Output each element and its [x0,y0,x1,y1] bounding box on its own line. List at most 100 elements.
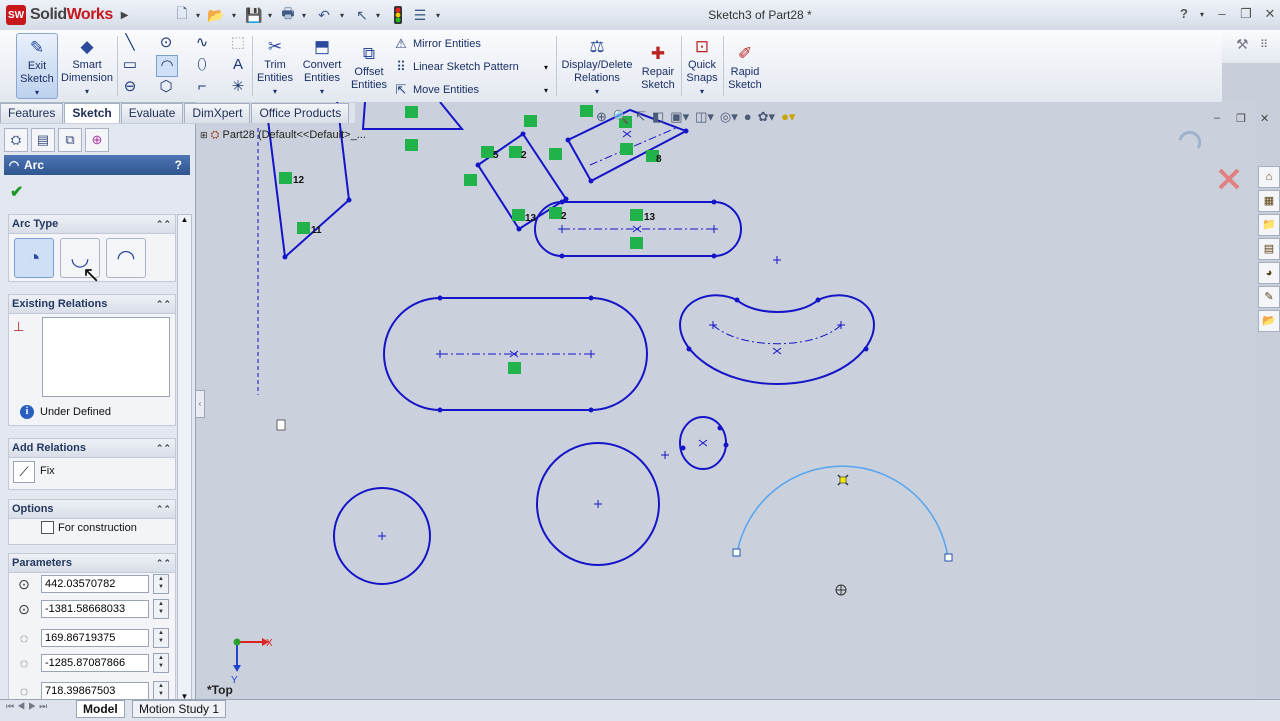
edit-appearance-icon[interactable]: ● [744,109,752,125]
tab-features[interactable]: Features [0,103,64,123]
tab-model[interactable]: Model [76,700,125,718]
circle-tool-icon[interactable]: ⊙ [156,33,176,53]
fix-relation-icon[interactable]: ⟋ [13,461,35,483]
customize-icon[interactable]: ⚒ [1236,36,1249,53]
help-dropdown-icon[interactable]: ▾ [1200,10,1206,19]
minimize-window-icon[interactable]: – [1214,6,1230,22]
fillet-tool-icon[interactable]: ⌐ [192,77,212,97]
centerpoint-arc-icon[interactable]: ◔ [14,238,54,278]
feature-tree-flyout[interactable]: ⊞ ⛭ Part28 (Default<<Default>_... [200,129,366,142]
collapse-icon[interactable]: ⌃⌃ [156,500,171,518]
solidworks-logo[interactable]: SW SolidWorks ▶ [6,4,128,26]
rapid-sketch-button[interactable]: ✐ Rapid Sketch [726,40,764,104]
existing-relations-heading[interactable]: Existing Relations ⌃⌃ [9,295,175,314]
expand-icon[interactable]: ⠿ [1260,38,1268,51]
start-x-spinner[interactable]: ▲ ▼ [153,628,169,648]
smart-dimension-button[interactable]: ◆ Smart Dimension ▾ [60,33,114,97]
options-icon[interactable]: ☰ [410,5,430,25]
help-button[interactable]: ? [1176,6,1192,22]
collapse-icon[interactable]: ⌃⌃ [156,554,171,572]
scroll-up-icon[interactable]: ▲ [178,215,191,224]
start-y-input[interactable] [41,654,149,672]
fix-relation-label[interactable]: Fix [40,465,55,477]
undo-dropdown-icon[interactable]: ▾ [340,11,346,20]
tab-evaluate[interactable]: Evaluate [120,103,184,123]
arc-tool-icon[interactable]: ◠ [156,55,178,77]
file-explorer-icon[interactable]: 📁 [1258,214,1280,236]
trim-entities-button[interactable]: ✂ Trim Entities ▾ [255,33,295,97]
existing-relations-list[interactable] [42,317,170,397]
center-y-spinner[interactable]: ▲ ▼ [153,599,169,619]
collapse-icon[interactable]: ⌃⌃ [156,295,171,313]
add-relations-heading[interactable]: Add Relations ⌃⌃ [9,439,175,458]
restore-window-icon[interactable]: ❐ [1238,6,1254,22]
zoom-area-icon[interactable]: 🔍 [613,109,629,125]
collapse-icon[interactable]: ⌃⌃ [156,215,171,233]
doc-restore-icon[interactable]: ❐ [1236,112,1246,125]
repair-sketch-button[interactable]: ✚ Repair Sketch [638,40,678,104]
menu-arrow-icon[interactable]: ▶ [121,10,129,21]
start-x-input[interactable] [41,629,149,647]
doc-close-icon[interactable]: ✕ [1260,112,1269,125]
text-tool-icon[interactable]: A [228,55,248,75]
solidworks-resources-icon[interactable]: ⌂ [1258,166,1280,188]
print-icon[interactable]: 🖶 [278,5,298,25]
center-y-input[interactable] [41,600,149,618]
start-y-spinner[interactable]: ▲ ▼ [153,653,169,673]
property-manager-icon[interactable]: ▤ [31,128,55,152]
point-tool-icon[interactable]: ✳ [228,77,248,97]
options-heading[interactable]: Options ⌃⌃ [9,500,175,519]
tab-motion-study-1[interactable]: Motion Study 1 [132,700,227,718]
arc-type-heading[interactable]: Arc Type ⌃⌃ [9,215,175,234]
panel-collapse-handle[interactable]: ‹ [195,390,205,418]
end-x-input[interactable] [41,682,149,700]
linear-sketch-pattern-button[interactable]: ⠿ Linear Sketch Pattern [393,58,519,76]
trim-dropdown-icon[interactable]: ▾ [255,85,295,98]
new-document-icon[interactable]: 🗋 [172,5,192,25]
save-icon[interactable]: 💾 [244,5,264,25]
tab-office-products[interactable]: Office Products [251,103,350,123]
move-entities-button[interactable]: ⇱ Move Entities [393,81,479,99]
close-window-icon[interactable]: ✕ [1262,6,1278,22]
spline-tool-icon[interactable]: ∿ [192,33,212,53]
parameters-heading[interactable]: Parameters ⌃⌃ [9,554,175,573]
expand-icon[interactable]: ⊞ [200,130,208,140]
exit-sketch-button[interactable]: ✎ Exit Sketch ▾ [16,33,58,99]
design-library-icon[interactable]: ▦ [1258,190,1280,212]
view-palette-icon[interactable]: ▤ [1258,238,1280,260]
view-orientation-icon[interactable]: ▣▾ [670,109,689,125]
zoom-to-fit-icon[interactable]: ⊕ [596,109,607,125]
exit-sketch-dropdown-icon[interactable]: ▾ [17,86,57,99]
tab-scroll-arrows-icon[interactable]: ⏮◀▶⏭ [6,701,50,712]
section-view-icon[interactable]: ◧ [652,109,664,125]
undo-icon[interactable]: ↶ [314,5,334,25]
end-x-spinner[interactable]: ▲ ▼ [153,681,169,701]
print-dropdown-icon[interactable]: ▾ [302,11,308,20]
relations-dropdown-icon[interactable]: ▾ [561,85,633,98]
save-dropdown-icon[interactable]: ▾ [268,11,274,20]
custom-properties-icon[interactable]: ✎ [1258,286,1280,308]
hide-show-icon[interactable]: ◎▾ [720,109,738,125]
pattern-dropdown-icon[interactable]: ▾ [544,63,548,72]
plane-tool-icon[interactable]: ⬚ [228,33,248,53]
for-construction-row[interactable]: For construction [41,521,137,534]
apply-scene-icon[interactable]: ✿▾ [758,109,775,125]
convert-dropdown-icon[interactable]: ▾ [299,85,345,98]
search-folder-icon[interactable]: 📂 [1258,310,1280,332]
polygon-tool-icon[interactable]: ⬡ [156,77,176,97]
mirror-entities-button[interactable]: ⚠ Mirror Entities [393,35,481,53]
configuration-manager-icon[interactable]: ⧉ [58,128,82,152]
display-style-icon[interactable]: ◫▾ [695,109,714,125]
open-folder-icon[interactable]: 📂 [206,5,226,25]
rebuild-traffic-light-icon[interactable] [388,5,408,25]
tab-sketch[interactable]: Sketch [64,103,120,123]
for-construction-label[interactable]: For construction [58,522,137,534]
open-dropdown-icon[interactable]: ▾ [232,11,238,20]
center-x-input[interactable] [41,575,149,593]
display-delete-relations-button[interactable]: ⚖ Display/Delete Relations ▾ [561,33,633,97]
quick-snaps-button[interactable]: ⊡ Quick Snaps ▾ [684,33,720,97]
property-manager-scrollbar[interactable]: ▲ ▼ [177,214,192,702]
quick-snaps-dropdown-icon[interactable]: ▾ [684,85,720,98]
smart-dimension-dropdown-icon[interactable]: ▾ [60,85,114,98]
three-point-arc-icon[interactable]: ◠ [106,238,146,278]
